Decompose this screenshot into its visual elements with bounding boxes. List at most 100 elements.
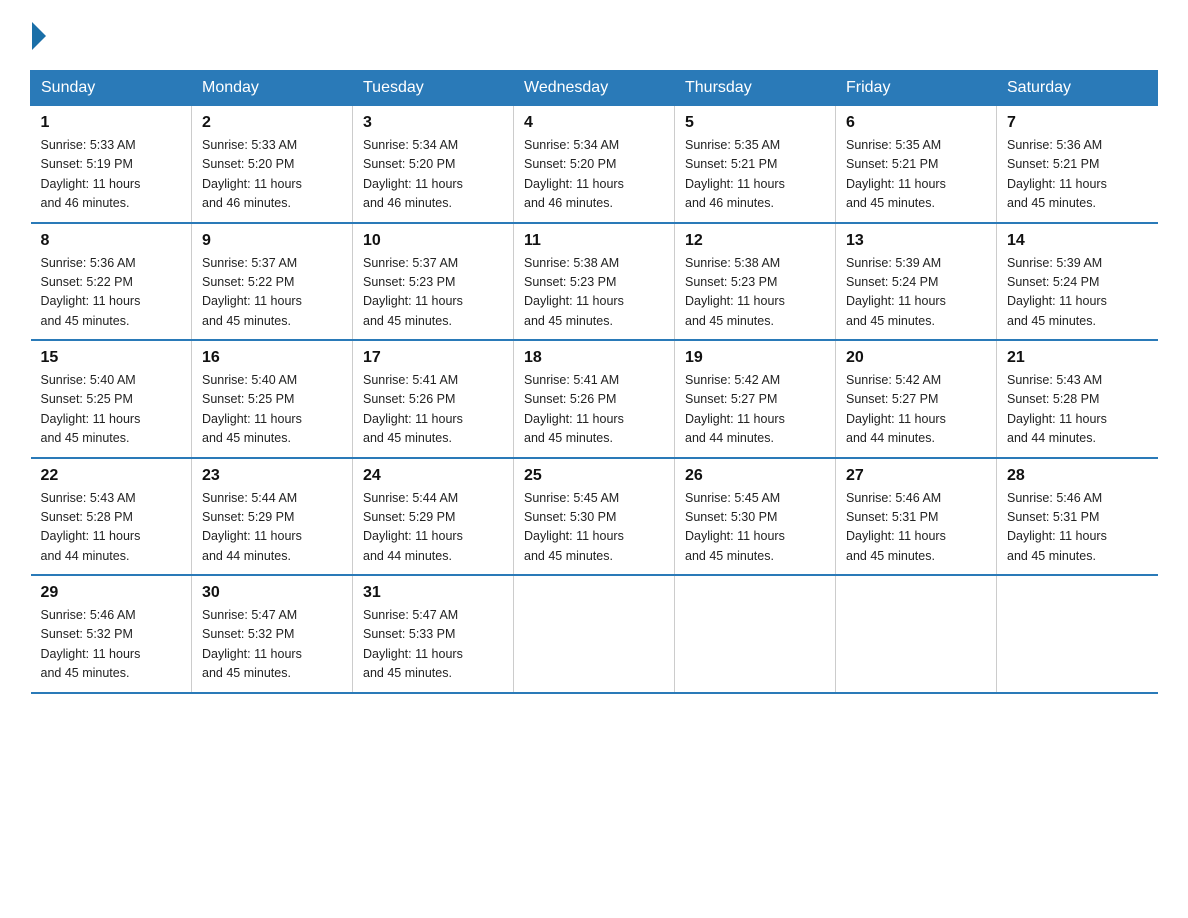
calendar-cell: 11 Sunrise: 5:38 AM Sunset: 5:23 PM Dayl… <box>514 223 675 341</box>
header-col-tuesday: Tuesday <box>353 71 514 106</box>
calendar-cell: 14 Sunrise: 5:39 AM Sunset: 5:24 PM Dayl… <box>997 223 1158 341</box>
day-info: Sunrise: 5:39 AM Sunset: 5:24 PM Dayligh… <box>1007 254 1148 332</box>
calendar-cell: 25 Sunrise: 5:45 AM Sunset: 5:30 PM Dayl… <box>514 458 675 576</box>
day-number: 28 <box>1007 467 1148 485</box>
day-info: Sunrise: 5:34 AM Sunset: 5:20 PM Dayligh… <box>363 136 503 214</box>
day-number: 19 <box>685 349 825 367</box>
day-number: 25 <box>524 467 664 485</box>
calendar-header: SundayMondayTuesdayWednesdayThursdayFrid… <box>31 71 1158 106</box>
day-number: 13 <box>846 232 986 250</box>
day-info: Sunrise: 5:46 AM Sunset: 5:31 PM Dayligh… <box>846 489 986 567</box>
day-number: 20 <box>846 349 986 367</box>
day-number: 27 <box>846 467 986 485</box>
header-col-sunday: Sunday <box>31 71 192 106</box>
calendar-cell: 1 Sunrise: 5:33 AM Sunset: 5:19 PM Dayli… <box>31 106 192 223</box>
calendar-cell: 16 Sunrise: 5:40 AM Sunset: 5:25 PM Dayl… <box>192 340 353 458</box>
day-info: Sunrise: 5:38 AM Sunset: 5:23 PM Dayligh… <box>685 254 825 332</box>
calendar-cell: 18 Sunrise: 5:41 AM Sunset: 5:26 PM Dayl… <box>514 340 675 458</box>
day-info: Sunrise: 5:35 AM Sunset: 5:21 PM Dayligh… <box>846 136 986 214</box>
day-number: 7 <box>1007 114 1148 132</box>
week-row-4: 22 Sunrise: 5:43 AM Sunset: 5:28 PM Dayl… <box>31 458 1158 576</box>
day-info: Sunrise: 5:35 AM Sunset: 5:21 PM Dayligh… <box>685 136 825 214</box>
day-info: Sunrise: 5:41 AM Sunset: 5:26 PM Dayligh… <box>363 371 503 449</box>
day-info: Sunrise: 5:38 AM Sunset: 5:23 PM Dayligh… <box>524 254 664 332</box>
day-number: 5 <box>685 114 825 132</box>
day-info: Sunrise: 5:45 AM Sunset: 5:30 PM Dayligh… <box>685 489 825 567</box>
day-number: 26 <box>685 467 825 485</box>
day-number: 23 <box>202 467 342 485</box>
day-info: Sunrise: 5:33 AM Sunset: 5:20 PM Dayligh… <box>202 136 342 214</box>
calendar-cell <box>836 575 997 693</box>
day-number: 22 <box>41 467 182 485</box>
day-number: 8 <box>41 232 182 250</box>
calendar-cell: 27 Sunrise: 5:46 AM Sunset: 5:31 PM Dayl… <box>836 458 997 576</box>
day-number: 14 <box>1007 232 1148 250</box>
day-info: Sunrise: 5:39 AM Sunset: 5:24 PM Dayligh… <box>846 254 986 332</box>
calendar-cell: 4 Sunrise: 5:34 AM Sunset: 5:20 PM Dayli… <box>514 106 675 223</box>
calendar-body: 1 Sunrise: 5:33 AM Sunset: 5:19 PM Dayli… <box>31 106 1158 693</box>
calendar-cell: 2 Sunrise: 5:33 AM Sunset: 5:20 PM Dayli… <box>192 106 353 223</box>
day-number: 29 <box>41 584 182 602</box>
calendar-cell: 28 Sunrise: 5:46 AM Sunset: 5:31 PM Dayl… <box>997 458 1158 576</box>
page-header <box>30 20 1158 50</box>
day-number: 12 <box>685 232 825 250</box>
calendar-cell: 19 Sunrise: 5:42 AM Sunset: 5:27 PM Dayl… <box>675 340 836 458</box>
day-number: 6 <box>846 114 986 132</box>
day-info: Sunrise: 5:37 AM Sunset: 5:22 PM Dayligh… <box>202 254 342 332</box>
day-info: Sunrise: 5:36 AM Sunset: 5:21 PM Dayligh… <box>1007 136 1148 214</box>
day-number: 30 <box>202 584 342 602</box>
calendar-cell: 13 Sunrise: 5:39 AM Sunset: 5:24 PM Dayl… <box>836 223 997 341</box>
day-number: 15 <box>41 349 182 367</box>
day-info: Sunrise: 5:33 AM Sunset: 5:19 PM Dayligh… <box>41 136 182 214</box>
day-info: Sunrise: 5:42 AM Sunset: 5:27 PM Dayligh… <box>846 371 986 449</box>
week-row-3: 15 Sunrise: 5:40 AM Sunset: 5:25 PM Dayl… <box>31 340 1158 458</box>
day-info: Sunrise: 5:44 AM Sunset: 5:29 PM Dayligh… <box>202 489 342 567</box>
calendar-cell: 22 Sunrise: 5:43 AM Sunset: 5:28 PM Dayl… <box>31 458 192 576</box>
day-info: Sunrise: 5:43 AM Sunset: 5:28 PM Dayligh… <box>41 489 182 567</box>
day-info: Sunrise: 5:46 AM Sunset: 5:31 PM Dayligh… <box>1007 489 1148 567</box>
header-row: SundayMondayTuesdayWednesdayThursdayFrid… <box>31 71 1158 106</box>
day-info: Sunrise: 5:46 AM Sunset: 5:32 PM Dayligh… <box>41 606 182 684</box>
day-number: 3 <box>363 114 503 132</box>
day-number: 10 <box>363 232 503 250</box>
calendar-cell: 21 Sunrise: 5:43 AM Sunset: 5:28 PM Dayl… <box>997 340 1158 458</box>
header-col-thursday: Thursday <box>675 71 836 106</box>
day-info: Sunrise: 5:44 AM Sunset: 5:29 PM Dayligh… <box>363 489 503 567</box>
calendar-cell: 12 Sunrise: 5:38 AM Sunset: 5:23 PM Dayl… <box>675 223 836 341</box>
day-number: 1 <box>41 114 182 132</box>
calendar-cell <box>997 575 1158 693</box>
calendar-cell: 29 Sunrise: 5:46 AM Sunset: 5:32 PM Dayl… <box>31 575 192 693</box>
day-info: Sunrise: 5:37 AM Sunset: 5:23 PM Dayligh… <box>363 254 503 332</box>
day-number: 2 <box>202 114 342 132</box>
logo-arrow-icon <box>32 22 46 50</box>
calendar-cell: 9 Sunrise: 5:37 AM Sunset: 5:22 PM Dayli… <box>192 223 353 341</box>
day-info: Sunrise: 5:40 AM Sunset: 5:25 PM Dayligh… <box>202 371 342 449</box>
header-col-saturday: Saturday <box>997 71 1158 106</box>
day-number: 16 <box>202 349 342 367</box>
calendar-cell: 30 Sunrise: 5:47 AM Sunset: 5:32 PM Dayl… <box>192 575 353 693</box>
day-info: Sunrise: 5:47 AM Sunset: 5:33 PM Dayligh… <box>363 606 503 684</box>
day-number: 17 <box>363 349 503 367</box>
day-number: 9 <box>202 232 342 250</box>
calendar-cell: 24 Sunrise: 5:44 AM Sunset: 5:29 PM Dayl… <box>353 458 514 576</box>
day-number: 21 <box>1007 349 1148 367</box>
header-col-wednesday: Wednesday <box>514 71 675 106</box>
calendar-cell: 3 Sunrise: 5:34 AM Sunset: 5:20 PM Dayli… <box>353 106 514 223</box>
week-row-1: 1 Sunrise: 5:33 AM Sunset: 5:19 PM Dayli… <box>31 106 1158 223</box>
day-number: 18 <box>524 349 664 367</box>
calendar-cell <box>514 575 675 693</box>
logo-top <box>30 20 46 50</box>
calendar-cell: 5 Sunrise: 5:35 AM Sunset: 5:21 PM Dayli… <box>675 106 836 223</box>
calendar-cell: 15 Sunrise: 5:40 AM Sunset: 5:25 PM Dayl… <box>31 340 192 458</box>
week-row-5: 29 Sunrise: 5:46 AM Sunset: 5:32 PM Dayl… <box>31 575 1158 693</box>
week-row-2: 8 Sunrise: 5:36 AM Sunset: 5:22 PM Dayli… <box>31 223 1158 341</box>
calendar-cell <box>675 575 836 693</box>
calendar-cell: 17 Sunrise: 5:41 AM Sunset: 5:26 PM Dayl… <box>353 340 514 458</box>
calendar-cell: 7 Sunrise: 5:36 AM Sunset: 5:21 PM Dayli… <box>997 106 1158 223</box>
calendar-cell: 31 Sunrise: 5:47 AM Sunset: 5:33 PM Dayl… <box>353 575 514 693</box>
day-info: Sunrise: 5:41 AM Sunset: 5:26 PM Dayligh… <box>524 371 664 449</box>
day-info: Sunrise: 5:43 AM Sunset: 5:28 PM Dayligh… <box>1007 371 1148 449</box>
day-info: Sunrise: 5:47 AM Sunset: 5:32 PM Dayligh… <box>202 606 342 684</box>
day-number: 11 <box>524 232 664 250</box>
header-col-friday: Friday <box>836 71 997 106</box>
